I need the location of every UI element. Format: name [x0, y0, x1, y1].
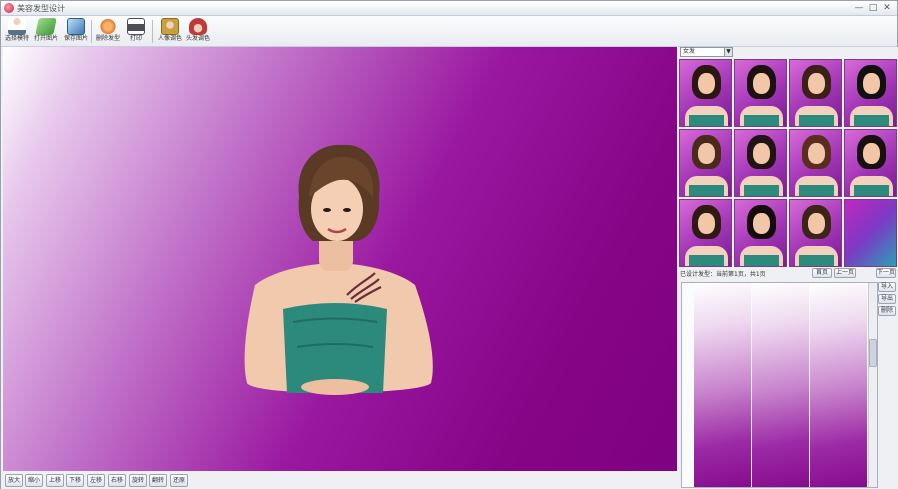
- import-button[interactable]: 导入: [878, 282, 896, 292]
- close-button[interactable]: ✕: [881, 2, 893, 14]
- thumbnail-face: [698, 73, 715, 94]
- hairstyle-1[interactable]: [679, 59, 732, 127]
- thumbnail-top: [689, 115, 724, 126]
- designed-item[interactable]: [810, 283, 867, 487]
- hairstyle-9[interactable]: [679, 199, 732, 267]
- model-hands: [301, 379, 369, 395]
- designed-item[interactable]: [752, 283, 809, 487]
- hairstyle-panel: 女发 ▼ 已设计发型：当前第1页，共1页 首页 上一页 下一页 导入 导出 删除: [678, 47, 898, 489]
- app-window: 美容发型设计 — □ ✕ 选择模特 打开图片 保存图片 删除发型 打印 人像调色…: [0, 0, 898, 489]
- bottom-toolbar: 放大 缩小 上移 下移 左移 右移 旋转 翻转 还原: [1, 472, 678, 489]
- toolbar: 选择模特 打开图片 保存图片 删除发型 打印 人像调色 头发调色: [1, 16, 897, 47]
- maximize-button[interactable]: □: [867, 2, 879, 14]
- model-eye-left: [323, 208, 331, 212]
- model-preview: [244, 144, 433, 395]
- thumbnail-face: [753, 213, 770, 234]
- delete-hair-icon: [99, 18, 117, 35]
- thumbnail-top: [854, 115, 889, 126]
- designed-hairstyle-list[interactable]: [681, 282, 878, 488]
- thumbnail-top: [744, 185, 779, 196]
- hair-color-icon: [189, 18, 207, 35]
- print-button[interactable]: 打印: [121, 17, 151, 46]
- hairstyle-grid: [679, 59, 897, 267]
- thumbnail-face: [753, 73, 770, 94]
- thumbnail-face: [808, 213, 825, 234]
- title-bar[interactable]: 美容发型设计 — □ ✕: [1, 1, 897, 16]
- model-icon: [8, 18, 26, 35]
- hairstyle-11[interactable]: [789, 199, 842, 267]
- hair-color-button[interactable]: 头发调色: [183, 17, 213, 46]
- vertical-scrollbar[interactable]: [868, 283, 877, 487]
- thumbnail-top: [799, 115, 834, 126]
- color-adjust-icon: [161, 18, 179, 35]
- hairstyle-4[interactable]: [844, 59, 897, 127]
- prev-page-button[interactable]: 上一页: [834, 268, 856, 278]
- preview-canvas[interactable]: [3, 47, 677, 471]
- chevron-down-icon[interactable]: ▼: [724, 48, 732, 56]
- open-image-icon: [35, 18, 57, 35]
- thumbnail-face: [753, 143, 770, 164]
- move-left-button[interactable]: 左移: [87, 474, 105, 487]
- hairstyle-12[interactable]: [844, 199, 897, 267]
- export-button[interactable]: 导出: [878, 294, 896, 304]
- thumbnail-face: [863, 143, 880, 164]
- thumbnail-top: [689, 185, 724, 196]
- thumbnail-face: [698, 143, 715, 164]
- hairstyle-8[interactable]: [844, 129, 897, 197]
- move-up-button[interactable]: 上移: [46, 474, 64, 487]
- hairstyle-6[interactable]: [734, 129, 787, 197]
- zoom-out-button[interactable]: 缩小: [25, 474, 43, 487]
- category-select[interactable]: 女发 ▼: [680, 47, 733, 57]
- designed-item[interactable]: [694, 283, 751, 487]
- hairstyle-2[interactable]: [734, 59, 787, 127]
- thumbnail-face: [863, 73, 880, 94]
- next-page-button[interactable]: 下一页: [876, 268, 896, 278]
- zoom-in-button[interactable]: 放大: [5, 474, 23, 487]
- scrollbar-thumb[interactable]: [869, 339, 877, 367]
- hairstyle-3[interactable]: [789, 59, 842, 127]
- printer-icon: [127, 18, 145, 35]
- first-page-button[interactable]: 首页: [812, 268, 832, 278]
- thumbnail-top: [744, 255, 779, 266]
- flip-button[interactable]: 翻转: [149, 474, 167, 487]
- hairstyle-10[interactable]: [734, 199, 787, 267]
- thumbnail-top: [799, 185, 834, 196]
- thumbnail-face: [808, 143, 825, 164]
- thumbnail-top: [799, 255, 834, 266]
- save-image-icon: [67, 18, 85, 35]
- hairstyle-7[interactable]: [789, 129, 842, 197]
- delete-button[interactable]: 删除: [878, 306, 896, 316]
- thumbnail-top: [689, 255, 724, 266]
- reset-button[interactable]: 还原: [170, 474, 188, 487]
- thumbnail-face: [808, 73, 825, 94]
- move-down-button[interactable]: 下移: [66, 474, 84, 487]
- minimize-button[interactable]: —: [853, 2, 865, 14]
- model-eye-right: [343, 208, 351, 212]
- window-title: 美容发型设计: [17, 4, 65, 13]
- thumbnail-top: [744, 115, 779, 126]
- thumbnail-top: [854, 185, 889, 196]
- hairstyle-5[interactable]: [679, 129, 732, 197]
- thumbnail-face: [698, 213, 715, 234]
- move-right-button[interactable]: 右移: [108, 474, 126, 487]
- designed-list-label: 已设计发型：当前第1页，共1页: [680, 271, 766, 278]
- app-icon: [4, 3, 14, 13]
- rotate-button[interactable]: 旋转: [129, 474, 147, 487]
